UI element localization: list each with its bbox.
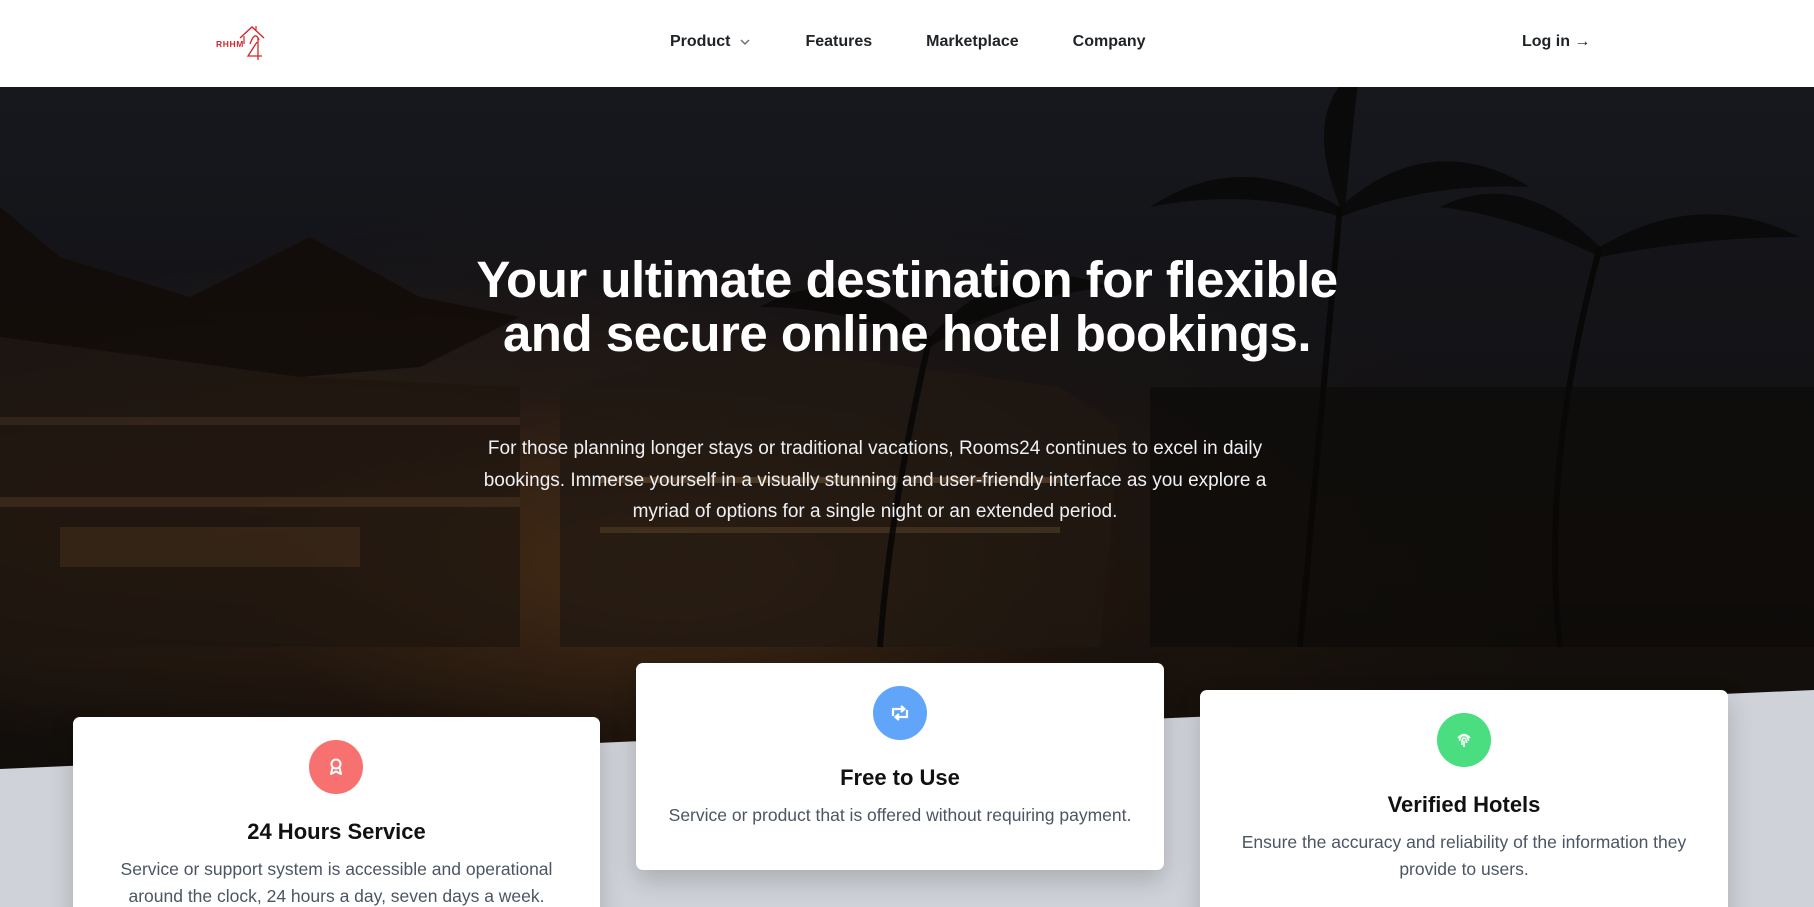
feature-title: Verified Hotels	[1387, 792, 1541, 817]
brand-logo[interactable]: RHHM	[216, 22, 280, 60]
feature-title: Free to Use	[840, 765, 960, 790]
feature-card-free-to-use: Free to Use Service or product that is o…	[636, 663, 1164, 870]
nav-company[interactable]: Company	[1073, 33, 1146, 51]
retweet-icon	[873, 686, 927, 740]
top-navbar: RHHM Product Features Marketplace Compan…	[0, 0, 1814, 87]
login-link[interactable]: Log in →	[1522, 33, 1590, 51]
feature-text: Ensure the accuracy and reliability of t…	[1241, 832, 1687, 879]
award-icon	[309, 740, 363, 794]
fingerprint-icon	[1437, 713, 1491, 767]
feature-title: 24 Hours Service	[247, 819, 426, 844]
hero-subtitle: For those planning longer stays or tradi…	[483, 438, 1267, 522]
feature-card-24-hours: 24 Hours Service Service or support syst…	[73, 717, 600, 907]
nav-product[interactable]: Product	[670, 33, 751, 51]
chevron-down-icon	[740, 39, 750, 46]
hero-title: Your ultimate destination for flexible a…	[476, 251, 1338, 362]
main-nav: Product Features Marketplace Company	[670, 33, 1146, 51]
feature-text: Service or product that is offered witho…	[668, 805, 1132, 825]
house-24-logo-icon	[239, 26, 265, 60]
nav-product-label: Product	[670, 33, 731, 50]
feature-text: Service or support system is accessible …	[120, 859, 553, 906]
nav-marketplace[interactable]: Marketplace	[926, 33, 1019, 51]
nav-features[interactable]: Features	[805, 33, 872, 51]
feature-card-verified-hotels: Verified Hotels Ensure the accuracy and …	[1200, 690, 1728, 907]
